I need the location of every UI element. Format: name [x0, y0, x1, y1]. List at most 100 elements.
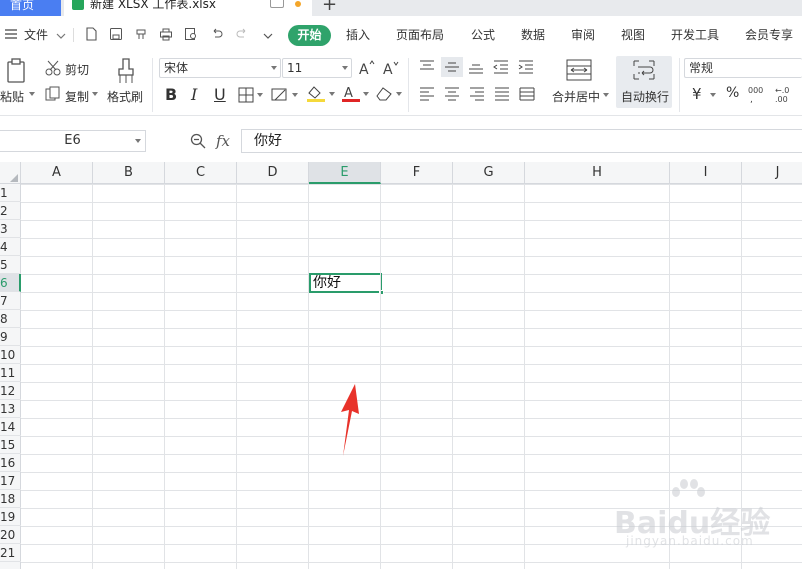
row-header-9[interactable]: 9 — [0, 328, 21, 346]
row-header-17[interactable]: 17 — [0, 472, 21, 490]
undo-icon[interactable] — [210, 27, 224, 41]
percent-button[interactable]: % — [726, 85, 739, 101]
formula-input[interactable]: 你好 — [241, 129, 802, 153]
paste-button[interactable]: 粘贴 — [0, 88, 24, 105]
tab-home[interactable]: 首页 — [0, 0, 61, 16]
copy-icon[interactable] — [45, 86, 61, 102]
merge-center-icon[interactable] — [566, 59, 592, 81]
row-header-14[interactable]: 14 — [0, 418, 21, 436]
distribute-icon[interactable] — [519, 87, 535, 101]
tab-document[interactable]: 新建 XLSX 工作表.xlsx — [64, 0, 312, 16]
hamburger-menu-icon[interactable] — [4, 27, 18, 41]
save-icon[interactable] — [109, 27, 123, 41]
name-box[interactable]: E6 — [0, 130, 146, 152]
merge-center-button[interactable]: 合并居中 — [552, 88, 600, 105]
currency-dropdown-icon[interactable] — [710, 93, 716, 97]
new-file-icon[interactable] — [84, 27, 98, 41]
row-header-6[interactable]: 6 — [0, 274, 21, 292]
chevron-down-icon[interactable] — [54, 29, 68, 43]
align-middle-icon[interactable] — [441, 57, 463, 77]
menu-data[interactable]: 数据 — [521, 26, 545, 44]
thousands-separator-icon[interactable]: 000, — [748, 85, 770, 103]
wrap-text-button[interactable]: 自动换行 — [621, 88, 669, 105]
column-header-i[interactable]: I — [670, 162, 742, 184]
active-cell[interactable]: 你好 — [309, 273, 384, 295]
row-header-13[interactable]: 13 — [0, 400, 21, 418]
row-header-3[interactable]: 3 — [0, 220, 21, 238]
menu-review[interactable]: 审阅 — [571, 26, 595, 44]
menu-view[interactable]: 视图 — [621, 26, 645, 44]
menu-file[interactable]: 文件 — [24, 26, 48, 44]
decrease-font-size-icon[interactable]: A — [382, 59, 400, 77]
row-header-5[interactable]: 5 — [0, 256, 21, 274]
row-header-20[interactable]: 20 — [0, 526, 21, 544]
underline-button[interactable]: U — [214, 85, 226, 104]
column-header-f[interactable]: F — [381, 162, 453, 184]
menu-formulas[interactable]: 公式 — [471, 26, 495, 44]
column-header-h[interactable]: H — [525, 162, 670, 184]
column-header-a[interactable]: A — [21, 162, 93, 184]
column-header-j[interactable]: J — [742, 162, 802, 184]
copy-dropdown-icon[interactable] — [92, 92, 98, 96]
menu-insert[interactable]: 插入 — [346, 26, 370, 44]
increase-decimal-icon[interactable]: ←.0.00 — [775, 85, 797, 103]
row-header-18[interactable]: 18 — [0, 490, 21, 508]
customize-toolbar-icon[interactable] — [261, 29, 275, 43]
cut-button[interactable]: 剪切 — [65, 61, 89, 78]
print-icon[interactable] — [159, 27, 173, 41]
merge-dropdown-icon[interactable] — [603, 93, 609, 97]
column-header-d[interactable]: D — [237, 162, 309, 184]
increase-font-size-icon[interactable]: A — [358, 59, 376, 77]
format-painter-icon[interactable] — [114, 57, 138, 85]
align-bottom-icon[interactable] — [468, 60, 484, 74]
row-header-11[interactable]: 11 — [0, 364, 21, 382]
column-header-g[interactable]: G — [453, 162, 525, 184]
clear-format-icon[interactable] — [375, 86, 403, 102]
row-header-4[interactable]: 4 — [0, 238, 21, 256]
currency-button[interactable]: ¥ — [692, 85, 702, 103]
export-icon[interactable] — [134, 27, 148, 41]
row-header-8[interactable]: 8 — [0, 310, 21, 328]
menu-member[interactable]: 会员专享 — [745, 26, 793, 44]
align-right-icon[interactable] — [469, 87, 485, 101]
row-header-12[interactable]: 12 — [0, 382, 21, 400]
zoom-icon[interactable] — [190, 133, 206, 152]
row-header-15[interactable]: 15 — [0, 436, 21, 454]
row-header-21[interactable]: 21 — [0, 544, 21, 562]
copy-button[interactable]: 复制 — [65, 88, 89, 105]
paste-icon[interactable] — [5, 58, 29, 86]
borders-icon[interactable] — [238, 87, 264, 103]
redo-icon[interactable] — [235, 27, 249, 41]
decrease-indent-icon[interactable] — [493, 60, 509, 74]
column-header-e[interactable]: E — [309, 162, 381, 184]
justify-icon[interactable] — [494, 87, 510, 101]
paste-dropdown-icon[interactable] — [29, 92, 35, 96]
add-tab-button[interactable]: + — [322, 0, 337, 14]
scissors-icon[interactable] — [44, 59, 62, 77]
column-header-c[interactable]: C — [165, 162, 237, 184]
select-all-corner[interactable] — [0, 162, 21, 184]
increase-indent-icon[interactable] — [518, 60, 534, 74]
row-header-19[interactable]: 19 — [0, 508, 21, 526]
wrap-text-icon[interactable] — [632, 59, 656, 81]
format-painter-button[interactable]: 格式刷 — [107, 88, 143, 105]
align-top-icon[interactable] — [419, 60, 435, 74]
font-size-select[interactable]: 11 — [282, 58, 352, 78]
column-header-b[interactable]: B — [93, 162, 165, 184]
menu-start[interactable]: 开始 — [288, 25, 331, 46]
italic-button[interactable]: I — [191, 85, 197, 104]
print-preview-icon[interactable] — [184, 27, 198, 41]
row-header-7[interactable]: 7 — [0, 292, 21, 310]
row-header-1[interactable]: 1 — [0, 184, 21, 202]
font-color-icon[interactable]: A — [342, 85, 370, 103]
menu-page-layout[interactable]: 页面布局 — [396, 26, 444, 44]
row-header-10[interactable]: 10 — [0, 346, 21, 364]
cell-style-icon[interactable] — [271, 87, 299, 103]
number-format-select[interactable]: 常规 — [684, 58, 802, 78]
font-name-select[interactable]: 宋体 — [159, 58, 281, 78]
row-header-16[interactable]: 16 — [0, 454, 21, 472]
menu-developer[interactable]: 开发工具 — [671, 26, 719, 44]
monitor-icon[interactable] — [270, 0, 284, 8]
align-center-icon[interactable] — [444, 87, 460, 101]
fill-color-icon[interactable] — [306, 85, 336, 103]
